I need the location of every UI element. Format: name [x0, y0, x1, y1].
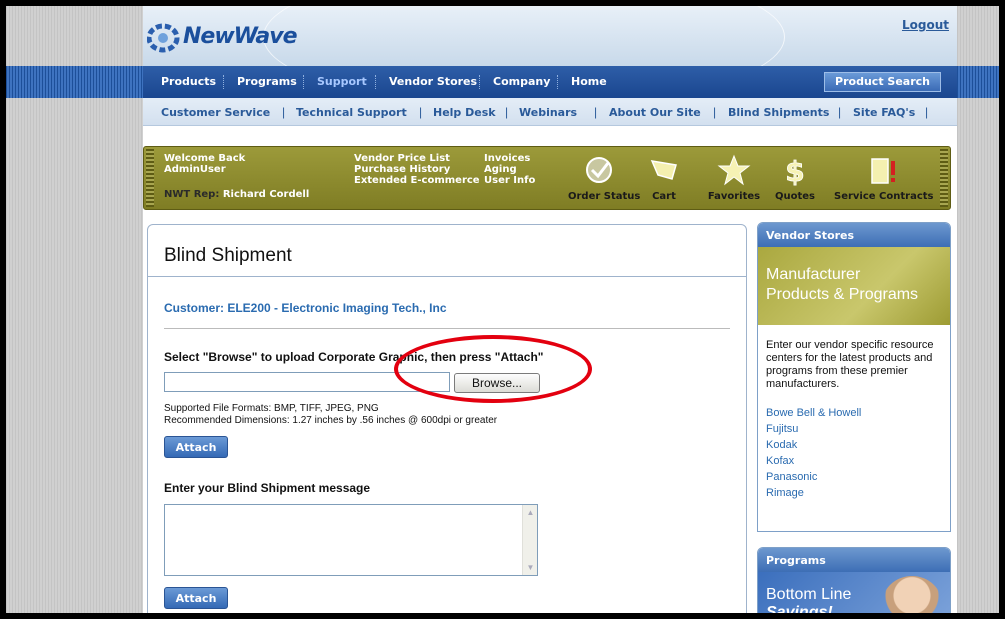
svg-text:$: $ — [785, 155, 804, 187]
tool-cart[interactable]: Cart — [644, 153, 684, 202]
subnav-about-our-site[interactable]: About Our Site — [609, 106, 701, 119]
banner-line: Manufacturer — [766, 266, 861, 283]
scroll-up-icon[interactable]: ▲ — [523, 505, 538, 520]
vendor-stores-heading: Vendor Stores — [758, 223, 950, 247]
nav-vendor-stores[interactable]: Vendor Stores — [389, 75, 477, 88]
account-toolbar: Welcome Back AdminUser NWT Rep: Richard … — [143, 146, 951, 210]
person-photo — [882, 576, 942, 613]
vendor-link-rimage[interactable]: Rimage — [766, 485, 942, 501]
attach-message-button[interactable]: Attach — [164, 587, 228, 609]
sub-nav-bar: Customer Service | Technical Support | H… — [143, 98, 957, 126]
nav-divider — [557, 75, 558, 89]
tool-service-contracts[interactable]: Service Contracts — [834, 153, 934, 202]
sub-nav: Customer Service | Technical Support | H… — [143, 98, 957, 138]
vendor-link-fujitsu[interactable]: Fujitsu — [766, 421, 942, 437]
logout-link[interactable]: Logout — [902, 18, 949, 32]
blind-shipment-message-input[interactable] — [164, 504, 538, 576]
site-header: NewWave Logout — [143, 6, 957, 66]
subnav-divider: | — [594, 105, 598, 119]
banner-line: Products & Programs — [766, 286, 919, 303]
subnav-divider: | — [419, 105, 423, 119]
tool-quotes[interactable]: $ Quotes — [772, 153, 818, 202]
subnav-customer-service[interactable]: Customer Service — [161, 106, 270, 119]
page-title: Blind Shipment — [164, 245, 292, 266]
rep-label: NWT Rep: — [164, 189, 220, 200]
programs-banner[interactable]: Bottom Line Savings! — [758, 572, 950, 613]
vendor-price-list-link[interactable]: Vendor Price List — [354, 153, 450, 164]
invoices-link[interactable]: Invoices — [484, 153, 530, 164]
programs-box: Programs Bottom Line Savings! — [757, 547, 951, 613]
vendor-list: Bowe Bell & Howell Fujitsu Kodak Kofax P… — [758, 391, 950, 501]
subnav-technical-support[interactable]: Technical Support — [296, 106, 407, 119]
nav-support[interactable]: Support — [317, 75, 367, 88]
message-label: Enter your Blind Shipment message — [164, 481, 371, 495]
browse-button[interactable]: Browse... — [454, 373, 540, 393]
nav-company[interactable]: Company — [493, 75, 550, 88]
document-alert-icon — [871, 158, 895, 184]
rep-name: Richard Cordell — [222, 189, 310, 200]
subnav-divider: | — [282, 105, 286, 119]
nav-divider — [375, 75, 376, 89]
content-area: Welcome Back AdminUser NWT Rep: Richard … — [143, 138, 957, 613]
aging-link[interactable]: Aging — [484, 164, 517, 175]
nav-divider — [223, 75, 224, 89]
toolbar-grip-right — [940, 149, 948, 207]
recommended-dimensions: Recommended Dimensions: 1.27 inches by .… — [164, 415, 498, 426]
customer-divider — [164, 328, 730, 329]
subnav-divider: | — [713, 105, 717, 119]
scroll-down-icon[interactable]: ▼ — [523, 560, 538, 575]
subnav-webinars[interactable]: Webinars — [519, 106, 577, 119]
tool-label: Service Contracts — [834, 191, 934, 202]
toolbar-grip-left — [146, 149, 154, 207]
nav-products[interactable]: Products — [161, 75, 216, 88]
dollar-icon: $ — [785, 155, 805, 187]
vendor-link-panasonic[interactable]: Panasonic — [766, 469, 942, 485]
check-circle-icon — [586, 157, 612, 183]
vendor-banner[interactable]: Manufacturer Products & Programs — [758, 247, 950, 325]
blind-shipment-panel: Blind Shipment Customer: ELE200 - Electr… — [147, 224, 747, 613]
tool-label: Order Status — [568, 191, 641, 202]
extended-ecommerce-link[interactable]: Extended E-commerce — [354, 175, 480, 186]
supported-formats: Supported File Formats: BMP, TIFF, JPEG,… — [164, 403, 379, 414]
cart-icon — [650, 160, 677, 180]
attach-graphic-button[interactable]: Attach — [164, 436, 228, 458]
subnav-blind-shipments[interactable]: Blind Shipments — [728, 106, 829, 119]
user-name: AdminUser — [164, 164, 226, 175]
vendor-link-kodak[interactable]: Kodak — [766, 437, 942, 453]
programs-heading: Programs — [758, 548, 950, 572]
tool-favorites[interactable]: Favorites — [706, 153, 762, 202]
subnav-divider: | — [925, 105, 929, 119]
customer-label: Customer: ELE200 - Electronic Imaging Te… — [164, 301, 447, 315]
user-info-link[interactable]: User Info — [484, 175, 535, 186]
nav-home[interactable]: Home — [571, 75, 607, 88]
nav-programs[interactable]: Programs — [237, 75, 297, 88]
file-path-input[interactable] — [164, 372, 450, 392]
rep-info: NWT Rep: Richard Cordell — [164, 189, 309, 200]
tool-label: Quotes — [774, 191, 815, 202]
tool-order-status[interactable]: Order Status — [568, 153, 641, 202]
subnav-help-desk[interactable]: Help Desk — [433, 106, 496, 119]
main-nav: Products Programs Support Vendor Stores … — [143, 66, 957, 98]
upload-instructions: Select "Browse" to upload Corporate Grap… — [164, 350, 544, 364]
nav-divider — [303, 75, 304, 89]
tool-label: Favorites — [707, 191, 761, 202]
subnav-divider: | — [505, 105, 509, 119]
message-scrollbar[interactable]: ▲ ▼ — [522, 505, 537, 575]
welcome-label: Welcome Back — [164, 153, 246, 164]
browser-page: NewWave Logout Products Programs Support… — [6, 6, 999, 613]
product-search-button[interactable]: Product Search — [824, 72, 941, 92]
subnav-site-faqs[interactable]: Site FAQ's — [853, 106, 915, 119]
subnav-divider: | — [838, 105, 842, 119]
tool-label: Cart — [652, 191, 676, 202]
logo-text[interactable]: NewWave — [183, 24, 298, 49]
vendor-description: Enter our vendor specific resource cente… — [766, 339, 934, 390]
nav-divider — [479, 75, 480, 89]
star-icon — [717, 154, 751, 186]
purchase-history-link[interactable]: Purchase History — [354, 164, 450, 175]
title-divider — [148, 276, 746, 277]
vendor-link-kofax[interactable]: Kofax — [766, 453, 942, 469]
vendor-link-bowe-bell-howell[interactable]: Bowe Bell & Howell — [766, 405, 942, 421]
vendor-stores-box: Vendor Stores Manufacturer Products & Pr… — [757, 222, 951, 532]
